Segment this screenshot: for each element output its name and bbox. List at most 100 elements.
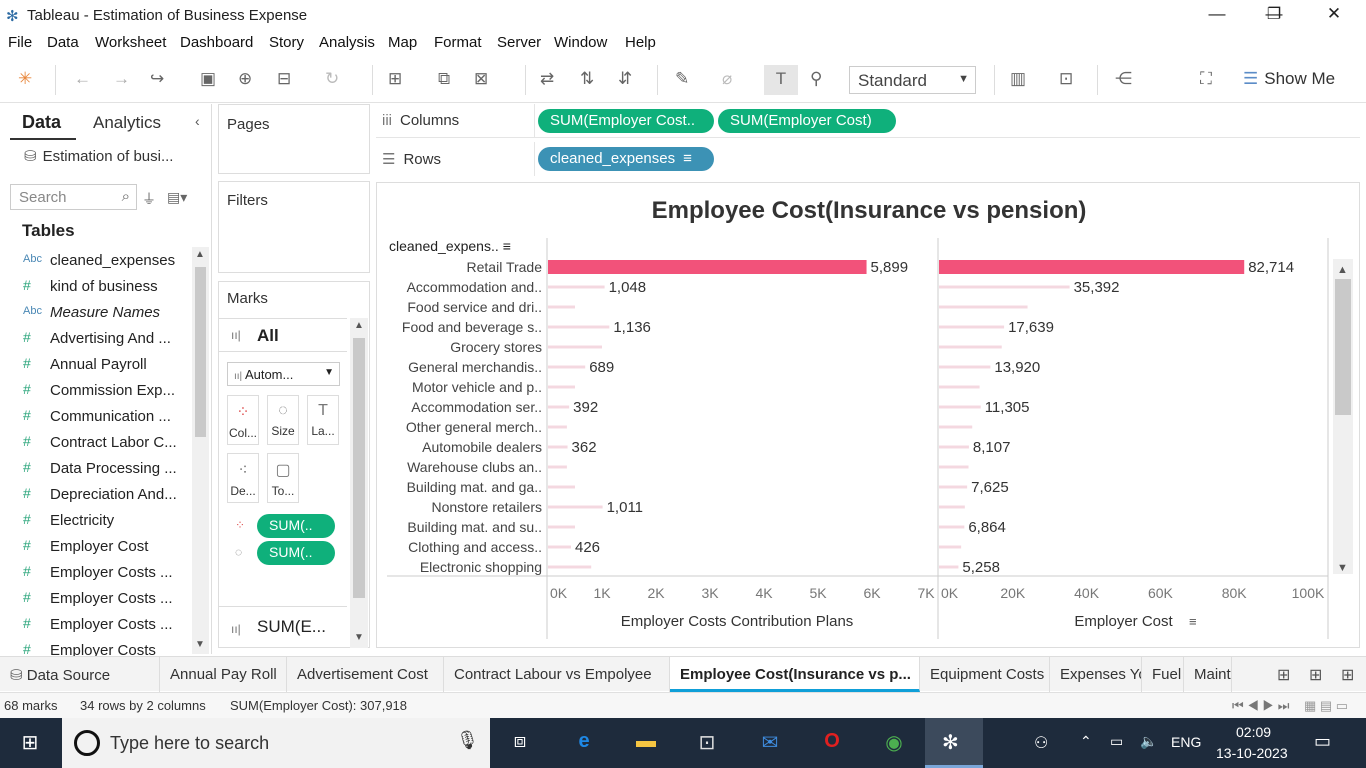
sheet-tab[interactable]: Fuel [1142, 657, 1184, 692]
menu-help[interactable]: Help [625, 34, 656, 51]
detail-button[interactable]: ⁖ De... [227, 453, 259, 503]
bar-mark[interactable] [548, 505, 603, 509]
tableau-taskbar-item[interactable]: ✻ [925, 718, 983, 768]
field-item[interactable]: # Employer Costs ... [0, 561, 190, 585]
columns-drop-area[interactable]: SUM(Employer Cost.. SUM(Employer Cost) [534, 104, 1360, 138]
field-item[interactable]: # Annual Payroll [0, 353, 190, 377]
pause-updates-icon[interactable]: ⊟ [277, 69, 291, 89]
replay-icon[interactable]: ↪ [150, 69, 164, 89]
category-label[interactable]: Nonstore retailers [432, 499, 543, 515]
datasource-item[interactable]: ⛁ Estimation of busi... [24, 147, 173, 165]
show-cards-icon[interactable]: ▥ [1010, 69, 1026, 89]
category-label[interactable]: Food and beverage s.. [402, 319, 542, 335]
size-button[interactable]: ◌ Size [267, 395, 299, 445]
format-painter-icon[interactable]: ⛶ [1200, 69, 1212, 89]
battery-icon[interactable]: ▭ [1110, 733, 1123, 750]
bar-mark[interactable] [548, 565, 592, 569]
category-label[interactable]: Accommodation ser.. [411, 399, 542, 415]
group-icon[interactable]: ⌀ [722, 69, 732, 89]
bar-mark[interactable] [548, 485, 575, 489]
menu-server[interactable]: Server [497, 34, 541, 51]
marks-size-pill[interactable]: SUM(.. [257, 541, 335, 565]
close-button[interactable]: ✕ [1311, 4, 1357, 26]
language-indicator[interactable]: ENG [1171, 734, 1201, 750]
highlight-icon[interactable]: ✎ [675, 69, 689, 89]
marks-sum-card[interactable]: SUM(E... [257, 617, 326, 637]
sort-icon[interactable]: ≡ [1189, 614, 1197, 629]
category-label[interactable]: General merchandis.. [408, 359, 542, 375]
field-item[interactable]: # Communication ... [0, 405, 190, 429]
category-label[interactable]: Clothing and access.. [408, 539, 542, 555]
bar-mark[interactable] [939, 525, 965, 529]
file-explorer-icon[interactable]: ▬ [631, 730, 661, 756]
filters-card[interactable]: Filters [218, 181, 370, 273]
pages-card[interactable]: Pages [218, 104, 370, 174]
tray-chevron-icon[interactable]: ⌃ [1080, 733, 1092, 750]
bar-mark[interactable] [548, 445, 568, 449]
menu-file[interactable]: File [8, 34, 32, 51]
label-button[interactable]: T La... [307, 395, 339, 445]
bar-mark[interactable] [939, 285, 1070, 289]
view-toggle-icons[interactable]: ▦ ▤ ▭ [1304, 698, 1348, 714]
axis-title[interactable]: Employer Costs Contribution Plans [621, 613, 854, 630]
field-item[interactable]: # Advertising And ... [0, 327, 190, 351]
windows-start-icon[interactable]: ⊞ [15, 730, 45, 756]
menu-window[interactable]: Window [554, 34, 607, 51]
bar-mark[interactable] [548, 385, 575, 389]
category-label[interactable]: Other general merch.. [406, 419, 542, 435]
bar-mark[interactable] [939, 425, 973, 429]
sheet-tab[interactable]: Equipment Costs [920, 657, 1050, 692]
menu-data[interactable]: Data [47, 34, 79, 51]
field-item[interactable]: # Commission Exp... [0, 379, 190, 403]
presentation-mode-icon[interactable]: ⊡ [1059, 69, 1073, 89]
bar-mark[interactable] [939, 465, 969, 469]
field-item[interactable]: # Data Processing ... [0, 457, 190, 481]
color-button[interactable]: ⁘ Col... [227, 395, 259, 445]
mail-icon[interactable]: ✉ [755, 730, 785, 756]
edge-icon[interactable]: e [569, 730, 599, 756]
bar-mark[interactable] [939, 545, 962, 549]
category-label[interactable]: Grocery stores [450, 339, 542, 355]
people-icon[interactable]: ⚇ [1034, 733, 1048, 753]
refresh-icon[interactable]: ↻ [325, 69, 339, 89]
volume-icon[interactable]: 🔈 [1140, 733, 1157, 750]
field-item[interactable]: # Depreciation And... [0, 483, 190, 507]
menu-map[interactable]: Map [388, 34, 417, 51]
swap-rows-columns-icon[interactable]: ⇄ [540, 69, 554, 89]
new-worksheet-icon[interactable]: ⊞ [388, 69, 402, 89]
bar-mark[interactable] [548, 545, 572, 549]
axis-title[interactable]: Employer Cost [1074, 613, 1173, 630]
show-me-button[interactable]: ☰ Show Me [1243, 69, 1335, 89]
sheet-tab[interactable]: Expenses Yoy [1050, 657, 1142, 692]
sheet-tab[interactable]: Mainte [1184, 657, 1232, 692]
tab-data[interactable]: Data [22, 112, 61, 133]
search-input[interactable]: Search ⌕ [10, 184, 137, 210]
clock-time[interactable]: 02:09 [1236, 724, 1271, 740]
clock-date[interactable]: 13-10-2023 [1216, 745, 1288, 761]
field-item[interactable]: # Employer Cost [0, 535, 190, 559]
scroll-down-icon[interactable]: ▼ [1337, 562, 1348, 574]
bar-mark[interactable] [548, 525, 575, 529]
tooltip-button[interactable]: ▢ To... [267, 453, 299, 503]
bar-mark[interactable] [939, 505, 965, 509]
new-worksheet-tab-icon[interactable]: ⊞ [1277, 665, 1290, 685]
data-source-tab[interactable]: ⛁ Data Source [0, 657, 160, 692]
bar-mark[interactable] [548, 405, 570, 409]
notifications-icon[interactable]: ▭ [1314, 731, 1331, 752]
tab-analytics[interactable]: Analytics [93, 113, 161, 133]
sheet-tab[interactable]: Advertisement Cost [287, 657, 444, 692]
task-view-icon[interactable]: ⧈ [505, 730, 535, 756]
chart-scrollbar-thumb[interactable] [1335, 279, 1351, 415]
bar-mark[interactable] [939, 445, 969, 449]
bar-mark[interactable] [939, 365, 991, 369]
bar-mark[interactable] [939, 305, 1028, 309]
new-dashboard-tab-icon[interactable]: ⊞ [1309, 665, 1322, 685]
category-label[interactable]: Accommodation and.. [407, 279, 542, 295]
field-list-scrollbar[interactable]: ▲ ▼ [192, 247, 209, 654]
rows-drop-area[interactable]: cleaned_expenses ≡ [534, 142, 1360, 176]
maximize-button[interactable]: ❐ [1251, 4, 1297, 26]
opera-icon[interactable]: O [817, 730, 847, 756]
field-item[interactable]: # Employer Costs ... [0, 613, 190, 637]
bar-mark[interactable] [939, 385, 980, 389]
store-icon[interactable]: ⊡ [692, 730, 722, 756]
